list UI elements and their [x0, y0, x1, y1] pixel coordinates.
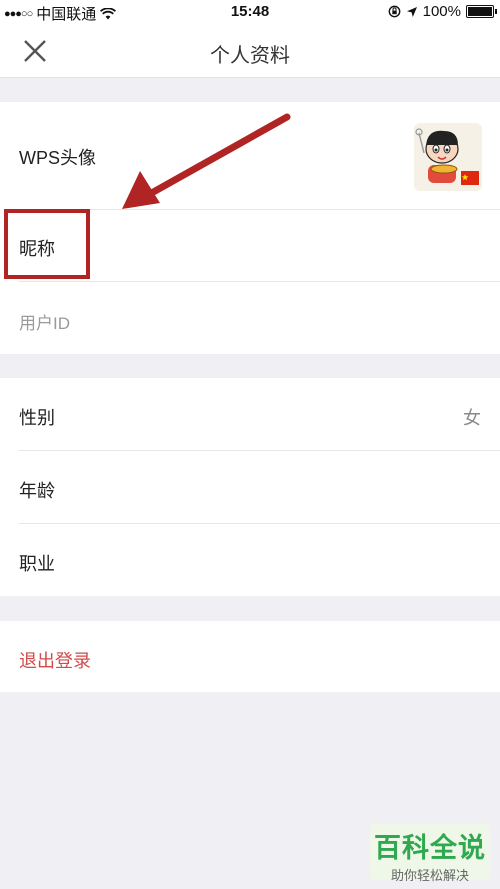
age-row[interactable]: 年龄: [0, 451, 500, 524]
gender-row[interactable]: 性别 女: [0, 378, 500, 451]
logout-button[interactable]: 退出登录: [0, 621, 500, 692]
avatar[interactable]: [414, 123, 482, 191]
logout-group: 退出登录: [0, 621, 500, 692]
age-label: 年龄: [19, 481, 55, 501]
info-group: 性别 女 年龄 职业: [0, 378, 500, 596]
avatar-cartoon-icon: [414, 123, 482, 191]
battery-percent: 100%: [422, 3, 461, 20]
highlight-box: [4, 209, 90, 279]
page-title: 个人资料: [210, 45, 290, 67]
job-label: 职业: [19, 554, 55, 574]
avatar-label: WPS头像: [19, 148, 97, 168]
watermark-subtitle: 助你轻松解决: [390, 868, 469, 883]
nav-bar: 个人资料: [0, 24, 500, 78]
orientation-lock-icon: [388, 5, 401, 18]
userid-row: 用户ID: [0, 282, 500, 354]
status-bar: ●●●○○ 中国联通 15:48 100%: [0, 0, 500, 24]
location-icon: [406, 6, 417, 17]
avatar-row[interactable]: WPS头像: [0, 102, 500, 210]
job-row[interactable]: 职业: [0, 524, 500, 596]
logout-label: 退出登录: [19, 651, 91, 671]
watermark: 百科全说 助你轻松解决: [370, 824, 490, 883]
battery-icon: [466, 5, 497, 18]
userid-label: 用户ID: [19, 314, 70, 333]
gender-label: 性别: [19, 408, 55, 428]
watermark-title: 百科全说: [374, 833, 486, 863]
status-bar-right: 100%: [388, 3, 497, 20]
gender-value: 女: [463, 408, 481, 428]
